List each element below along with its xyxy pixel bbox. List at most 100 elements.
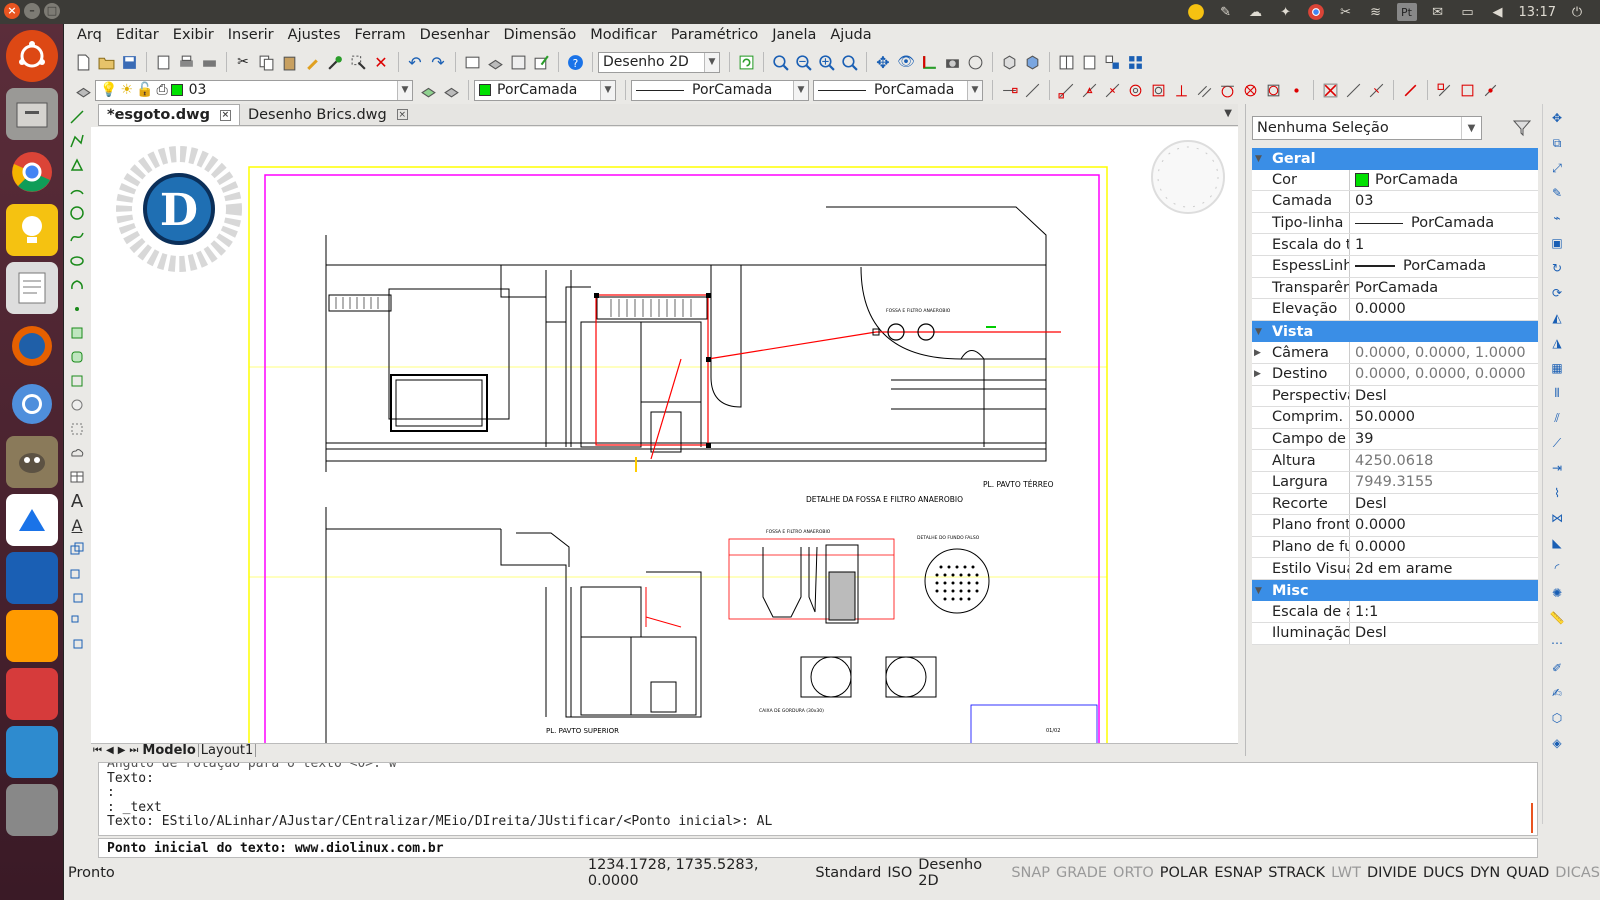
collapse-icon[interactable]: ▼ xyxy=(1255,154,1262,164)
property-row[interactable]: Largura 7949.3155 xyxy=(1252,471,1538,494)
property-row[interactable]: Plano front 0.0000 xyxy=(1252,515,1538,537)
snap-parallel-icon[interactable] xyxy=(1193,79,1215,101)
window-maximize-icon[interactable]: □ xyxy=(44,3,60,19)
snap-perpendicular-icon[interactable] xyxy=(1170,79,1192,101)
ucs-icon[interactable] xyxy=(918,51,940,73)
align-icon[interactable]: ⫴ xyxy=(1546,382,1568,404)
property-row[interactable]: Elevação 0.0000 xyxy=(1252,299,1538,321)
property-category[interactable]: ▼ Misc xyxy=(1252,579,1538,602)
power-icon[interactable]: ⏻ xyxy=(1568,3,1586,21)
snap-off-icon[interactable] xyxy=(1399,79,1421,101)
scale-icon[interactable] xyxy=(66,634,88,656)
explode-icon[interactable]: ✺ xyxy=(1546,582,1568,604)
status-toggle-divide[interactable]: DIVIDE xyxy=(1367,865,1417,881)
property-value[interactable]: Desl xyxy=(1350,496,1538,512)
property-row[interactable]: Comprim. L 50.0000 xyxy=(1252,407,1538,429)
firefox-icon[interactable] xyxy=(6,320,58,372)
3d-edit-icon[interactable]: ◈ xyxy=(1546,732,1568,754)
delete-icon[interactable]: ✕ xyxy=(370,51,392,73)
property-value[interactable]: 1:1 xyxy=(1350,604,1538,620)
property-category[interactable]: ▼ Vista xyxy=(1252,320,1538,343)
undo-icon[interactable]: ↶ xyxy=(404,51,426,73)
history-scrollbar[interactable] xyxy=(1531,803,1533,833)
snap-node-icon[interactable] xyxy=(1239,79,1261,101)
snap-mid-icon[interactable] xyxy=(1078,79,1100,101)
mail-icon[interactable]: ✉ xyxy=(1429,3,1447,21)
property-value[interactable]: 03 xyxy=(1350,193,1538,209)
workspace-select[interactable]: Desenho 2D ▼ xyxy=(598,51,720,73)
move-icon[interactable]: ✥ xyxy=(1546,107,1568,129)
command-history[interactable]: Ângulo de rotação para o texto <0>: w Tex… xyxy=(98,762,1538,836)
keyboard-language-indicator[interactable]: Pt xyxy=(1396,3,1417,21)
network-tool-icon[interactable]: ✂ xyxy=(1337,3,1355,21)
mirror3d-icon[interactable]: ◮ xyxy=(1546,332,1568,354)
property-value[interactable]: 1 xyxy=(1350,237,1538,253)
preview-icon[interactable] xyxy=(152,51,174,73)
snap-insertion-icon[interactable] xyxy=(1262,79,1284,101)
paste-icon[interactable] xyxy=(278,51,300,73)
expand-icon[interactable]: ▶ xyxy=(1254,369,1261,379)
files-icon[interactable] xyxy=(6,88,58,140)
stacked-apps-icon[interactable] xyxy=(6,552,58,604)
layer-select[interactable]: 💡 ☀ 🔓 ⎙ 03 ▼ xyxy=(95,79,413,101)
dim-style-indicator[interactable]: ISO xyxy=(887,865,912,881)
quick-select-icon[interactable] xyxy=(347,51,369,73)
window-minimize-icon[interactable]: – xyxy=(24,3,40,19)
cloud-shape-icon[interactable] xyxy=(66,442,88,464)
mirror-icon[interactable] xyxy=(66,610,88,632)
menu-item[interactable]: Inserir xyxy=(221,24,281,48)
divide-icon[interactable]: ⋯ xyxy=(1546,632,1568,654)
status-toggle-lwt[interactable]: LWT xyxy=(1331,865,1361,881)
chrome-icon[interactable] xyxy=(1307,3,1325,21)
document-tab[interactable]: *esgoto.dwg × xyxy=(98,104,240,125)
measure-icon[interactable]: 📏 xyxy=(1546,607,1568,629)
join-icon[interactable]: ⋈ xyxy=(1546,507,1568,529)
property-value[interactable]: 39 xyxy=(1350,431,1538,447)
line-icon[interactable] xyxy=(66,106,88,128)
property-row[interactable]: Cor PorCamada xyxy=(1252,169,1538,192)
redo-icon[interactable]: ↷ xyxy=(427,51,449,73)
illustrator-icon[interactable] xyxy=(6,610,58,662)
match-properties-icon[interactable] xyxy=(301,51,323,73)
boundary-icon[interactable] xyxy=(66,370,88,392)
break-icon[interactable]: ⌇ xyxy=(1546,482,1568,504)
help-icon[interactable]: ? xyxy=(564,51,586,73)
view-icon[interactable]: 👁 xyxy=(895,51,917,73)
extend-icon[interactable]: ⇥ xyxy=(1546,457,1568,479)
layer-manager-icon[interactable] xyxy=(461,51,483,73)
snap-end-icon[interactable] xyxy=(1055,79,1077,101)
gimp-icon[interactable] xyxy=(6,436,58,488)
coordinates-readout[interactable]: 1234.1728, 1735.5283, 0.0000 xyxy=(588,857,810,889)
snap-center-icon[interactable] xyxy=(1124,79,1146,101)
dropbox-icon[interactable]: ✦ xyxy=(1277,3,1295,21)
polygon-icon[interactable] xyxy=(66,154,88,176)
property-value[interactable]: Desl xyxy=(1350,388,1538,404)
tab-layout1[interactable]: Layout1 xyxy=(199,744,257,757)
property-category[interactable]: ▼ Geral xyxy=(1252,148,1538,170)
mtext-icon[interactable]: A xyxy=(66,514,88,536)
property-row[interactable]: Plano de fu 0.0000 xyxy=(1252,536,1538,559)
copy-icon[interactable] xyxy=(255,51,277,73)
snap-nearest-icon[interactable] xyxy=(1285,79,1307,101)
browser-icon[interactable] xyxy=(6,668,58,720)
status-toggle-snap[interactable]: SNAP xyxy=(1011,865,1050,881)
selection-select[interactable]: Nenhuma Seleção ▼ xyxy=(1252,116,1482,140)
wifi-icon[interactable]: ≋ xyxy=(1367,3,1385,21)
property-row[interactable]: Escala de ar 1:1 xyxy=(1252,601,1538,624)
status-toggle-grade[interactable]: GRADE xyxy=(1056,865,1107,881)
region-icon[interactable] xyxy=(66,346,88,368)
property-row[interactable]: Transparênc PorCamada xyxy=(1252,277,1538,300)
snap-quadrant-icon[interactable] xyxy=(1147,79,1169,101)
stretch-icon[interactable]: ⤢ xyxy=(1546,157,1568,179)
window-close-icon[interactable]: × xyxy=(4,3,20,19)
tool-icon[interactable]: ✎ xyxy=(1217,3,1235,21)
workspace-indicator[interactable]: Desenho 2D xyxy=(918,857,1005,889)
chrome-launcher-icon[interactable] xyxy=(6,146,58,198)
text-icon[interactable]: A xyxy=(66,490,88,512)
snap-endpoint-icon[interactable] xyxy=(998,79,1020,101)
battery-icon[interactable]: ▭ xyxy=(1459,3,1477,21)
fillet-icon[interactable]: ◜ xyxy=(1546,557,1568,579)
property-value[interactable]: 2d em arame xyxy=(1350,561,1538,577)
snap-tangent-icon[interactable] xyxy=(1216,79,1238,101)
properties-icon[interactable] xyxy=(507,51,529,73)
